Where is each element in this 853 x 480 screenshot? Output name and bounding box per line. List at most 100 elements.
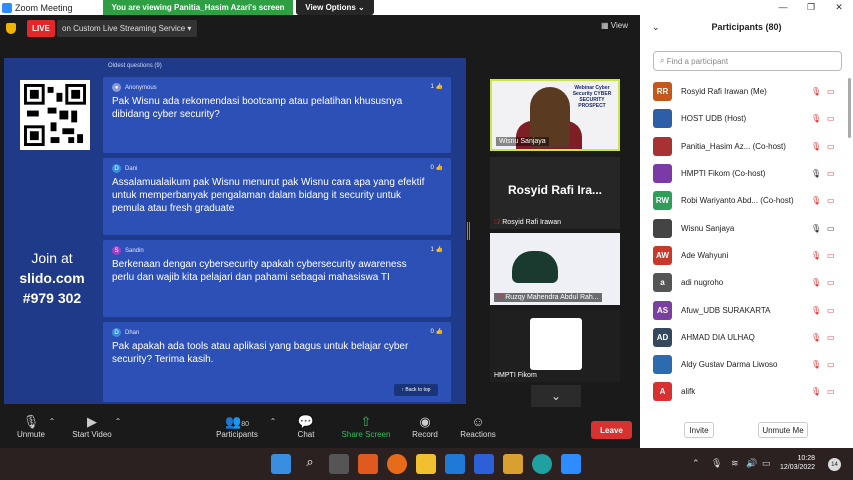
mic-icon: 🎙: [811, 223, 822, 233]
search-icon[interactable]: ⌕: [300, 454, 320, 474]
participants-button[interactable]: 👥80 Participants: [212, 414, 262, 439]
unmute-button[interactable]: 🎙 Unmute: [12, 414, 50, 439]
participant-row[interactable]: AW Ade Wahyuni 🎙 ▭: [640, 242, 853, 269]
question-author: Sandin: [125, 247, 144, 254]
view-options-button[interactable]: View Options ⌄: [296, 0, 374, 15]
participants-scrollbar[interactable]: [848, 78, 851, 138]
close-icon[interactable]: ✕: [825, 0, 853, 15]
tile-name: Wisnu Sanjaya: [496, 137, 549, 146]
live-service-dropdown[interactable]: on Custom Live Streaming Service ▾: [57, 20, 197, 37]
participant-name: HOST UDB (Host): [681, 114, 747, 124]
task-view-icon[interactable]: [329, 454, 349, 474]
participant-name: Rosyid Rafi Irawan (Me): [681, 87, 767, 97]
video-tile-hmpti[interactable]: HMPTI Fikom: [490, 310, 620, 382]
question-author: Dani: [125, 165, 138, 172]
participant-row[interactable]: Aalifk 🎙 ▭: [640, 378, 853, 405]
question-likes: 1: [430, 247, 434, 253]
participant-name: Wisnu Sanjaya: [681, 223, 735, 233]
sublime-text-icon[interactable]: [358, 454, 378, 474]
question-text: Pak Wisnu ada rekomendasi bootcamp atau …: [112, 96, 403, 120]
webinar-caption: Webinar Cyber Security CYBER SECURITY PR…: [572, 85, 612, 109]
video-off-icon: ▭: [827, 196, 835, 206]
restore-icon[interactable]: ❐: [797, 0, 825, 15]
participant-row[interactable]: HOST UDB (Host) 🎙 ▭: [640, 105, 853, 132]
participant-row[interactable]: RR Rosyid Rafi Irawan (Me) 🎙 ▭: [640, 78, 853, 105]
participant-avatar: RW: [653, 191, 672, 211]
scroll-down-chevron-icon[interactable]: ⌄: [531, 385, 581, 407]
participant-row[interactable]: AS Afuw_UDB SURAKARTA 🎙 ▭: [640, 296, 853, 323]
participants-label: Participants: [216, 430, 258, 439]
wifi-icon[interactable]: ≋: [731, 458, 739, 469]
notification-badge[interactable]: 14: [828, 458, 841, 471]
participants-caret-icon[interactable]: ⌃: [268, 414, 278, 430]
back-to-top-button[interactable]: ↑ Back to top: [394, 384, 438, 396]
leave-button[interactable]: Leave: [591, 421, 632, 439]
participant-avatar: AS: [653, 300, 672, 320]
participant-row[interactable]: HMPTI Fikom (Co-host) 🎙 ▭: [640, 160, 853, 187]
tile-name: Rosyid Rafi Irawan: [502, 219, 561, 226]
participant-row[interactable]: AD AHMAD DIA ULHAQ 🎙 ▭: [640, 324, 853, 351]
join-code: #979 302: [22, 290, 82, 306]
unmute-me-button[interactable]: Unmute Me: [758, 422, 808, 438]
start-menu-icon[interactable]: [271, 454, 291, 474]
zoom-logo-icon: [2, 2, 12, 13]
participant-row[interactable]: a adi nugroho 🎙 ▭: [640, 269, 853, 296]
tray-chevron-icon[interactable]: ⌃: [692, 458, 700, 469]
security-shield-icon[interactable]: [6, 23, 16, 34]
view-button[interactable]: ▦ View: [601, 21, 628, 30]
share-screen-button[interactable]: ⇧ Share Screen: [340, 414, 392, 439]
chat-button[interactable]: 💬 Chat: [294, 414, 318, 439]
mic-muted-icon: 🎙: [811, 360, 822, 370]
join-info: Join at slido.com #979 302: [4, 248, 100, 308]
firefox-icon[interactable]: [387, 454, 407, 474]
participant-row[interactable]: Panitia_Hasim Az... (Co-host) 🎙 ▭: [640, 133, 853, 160]
zoom-taskbar-icon[interactable]: [561, 454, 581, 474]
participant-avatar: AW: [653, 245, 672, 265]
tile-name-row: 🎙̸ Ruzqy Mahendra Abdul Rah...: [494, 293, 602, 302]
participant-name: Robi Wariyanto Abd... (Co-host): [681, 196, 794, 206]
file-explorer-icon[interactable]: [416, 454, 436, 474]
minimize-icon[interactable]: —: [769, 0, 797, 15]
mic-muted-icon: 🎙: [811, 387, 822, 397]
participant-avatar: RR: [653, 82, 672, 102]
video-off-icon: ▭: [827, 387, 835, 397]
view-label: View: [610, 21, 628, 30]
split-drag-handle[interactable]: [467, 222, 470, 240]
tray-mic-icon[interactable]: 🎙: [711, 458, 722, 469]
author-avatar: D: [112, 164, 121, 173]
participants-count: 80: [241, 421, 249, 428]
browser-icon[interactable]: [532, 454, 552, 474]
chrome-icon[interactable]: [503, 454, 523, 474]
video-options-caret-icon[interactable]: ⌃: [113, 414, 123, 430]
start-video-button[interactable]: ▶ Start Video: [68, 414, 116, 439]
like-icon: 👍: [435, 329, 443, 335]
invite-button[interactable]: Invite: [684, 422, 714, 438]
video-off-icon: ▭: [827, 332, 835, 342]
chat-label: Chat: [297, 430, 315, 439]
question-card: D Dani 0 👍 Assalamualaikum pak Wisnu menu…: [103, 158, 451, 235]
video-tile-ruzqy[interactable]: 🎙̸ Ruzqy Mahendra Abdul Rah...: [490, 233, 620, 305]
volume-icon[interactable]: 🔊: [746, 458, 757, 469]
question-text: Assalamualaikum pak Wisnu menurut pak Wi…: [112, 177, 425, 214]
participant-name: AHMAD DIA ULHAQ: [681, 332, 755, 342]
app-icon[interactable]: [474, 454, 494, 474]
participants-icon: 👥80: [225, 414, 249, 429]
reactions-button[interactable]: ☺ Reactions: [458, 414, 498, 439]
search-participant-input[interactable]: ⌕ Find a participant: [653, 51, 842, 71]
mic-muted-icon: 🎙: [811, 278, 822, 288]
participant-avatar: [653, 164, 672, 184]
video-tile-rosyid[interactable]: Rosyid Rafi Ira... 🎙̸ Rosyid Rafi Irawan: [490, 157, 620, 229]
question-card: ● Anonymous 1 👍 Pak Wisnu ada rekomendasi…: [103, 77, 451, 153]
participant-row[interactable]: RW Robi Wariyanto Abd... (Co-host) 🎙 ▭: [640, 187, 853, 214]
participant-row[interactable]: Aldy Gustav Darma Liwoso 🎙 ▭: [640, 351, 853, 378]
vr-headset-image: [512, 251, 558, 283]
search-icon: ⌕: [660, 56, 667, 65]
edge-icon[interactable]: [445, 454, 465, 474]
qr-code-icon: [24, 84, 86, 146]
video-tile-wisnu[interactable]: Webinar Cyber Security CYBER SECURITY PR…: [490, 79, 620, 151]
record-button[interactable]: ◉ Record: [410, 414, 440, 439]
clock[interactable]: 10:28 12/03/2022: [780, 454, 815, 472]
battery-icon[interactable]: ▭: [762, 458, 771, 469]
participant-row[interactable]: Wisnu Sanjaya 🎙 ▭: [640, 214, 853, 241]
audio-options-caret-icon[interactable]: ⌃: [47, 414, 57, 430]
